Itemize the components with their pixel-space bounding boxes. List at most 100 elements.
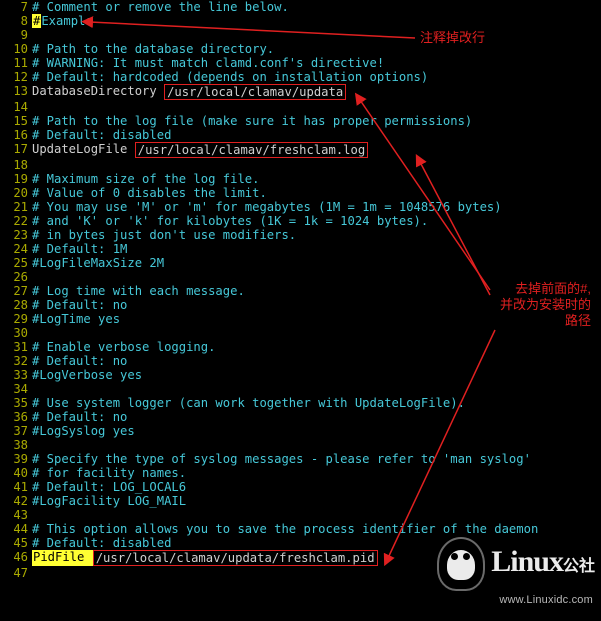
code-text: # Comment or remove the line below. (32, 0, 289, 14)
code-line[interactable]: 15# Path to the log file (make sure it h… (0, 114, 601, 128)
code-line[interactable]: 34 (0, 382, 601, 396)
code-line[interactable]: 45# Default: disabled (0, 536, 601, 550)
code-line[interactable]: 31# Enable verbose logging. (0, 340, 601, 354)
line-number: 32 (0, 354, 32, 368)
code-line[interactable]: 25#LogFileMaxSize 2M (0, 256, 601, 270)
code-text: # for facility names. (32, 466, 186, 480)
code-line[interactable]: 17UpdateLogFile /usr/local/clamav/freshc… (0, 142, 601, 158)
code-text: # Value of 0 disables the limit. (32, 186, 267, 200)
code-line[interactable]: 14 (0, 100, 601, 114)
line-number: 42 (0, 494, 32, 508)
code-text: # Default: no (32, 410, 127, 424)
code-text: # Maximum size of the log file. (32, 172, 259, 186)
code-line[interactable]: 43 (0, 508, 601, 522)
search-highlight: PidFile (32, 550, 93, 566)
code-text: # Default: no (32, 298, 127, 312)
code-text: # This option allows you to save the pro… (32, 522, 538, 536)
annotation-right-3: 路径 (565, 313, 591, 329)
code-line[interactable]: 33#LogVerbose yes (0, 368, 601, 382)
code-line[interactable]: 44# This option allows you to save the p… (0, 522, 601, 536)
code-line[interactable]: 37#LogSyslog yes (0, 424, 601, 438)
code-text: # and 'K' or 'k' for kilobytes (1K = 1k … (32, 214, 428, 228)
code-text: #LogVerbose yes (32, 368, 142, 382)
code-text: # Default: no (32, 354, 127, 368)
code-line[interactable]: 39# Specify the type of syslog messages … (0, 452, 601, 466)
line-number: 47 (0, 566, 32, 580)
code-line[interactable]: 47 (0, 566, 601, 580)
line-number: 44 (0, 522, 32, 536)
line-number: 45 (0, 536, 32, 550)
line-number: 14 (0, 100, 32, 114)
code-line[interactable]: 36# Default: no (0, 410, 601, 424)
code-line[interactable]: 19# Maximum size of the log file. (0, 172, 601, 186)
code-line[interactable]: 38 (0, 438, 601, 452)
code-line[interactable]: 26 (0, 270, 601, 284)
code-line[interactable]: 20# Value of 0 disables the limit. (0, 186, 601, 200)
code-line[interactable]: 30 (0, 326, 601, 340)
line-number: 10 (0, 42, 32, 56)
code-line[interactable]: 11# WARNING: It must match clamd.conf's … (0, 56, 601, 70)
code-line[interactable]: 12# Default: hardcoded (depends on insta… (0, 70, 601, 84)
line-number: 15 (0, 114, 32, 128)
search-highlight: # (32, 14, 41, 28)
code-text: # Use system logger (can work together w… (32, 396, 465, 410)
code-text: #LogSyslog yes (32, 424, 135, 438)
code-line[interactable]: 23# in bytes just don't use modifiers. (0, 228, 601, 242)
code-line[interactable]: 13DatabaseDirectory /usr/local/clamav/up… (0, 84, 601, 100)
line-number: 8 (0, 14, 32, 28)
highlighted-path: /usr/local/clamav/freshclam.log (135, 142, 368, 158)
annotation-right-1: 去掉前面的#, (515, 281, 591, 297)
code-text: # Path to the database directory. (32, 42, 274, 56)
line-number: 34 (0, 382, 32, 396)
line-number: 22 (0, 214, 32, 228)
line-number: 35 (0, 396, 32, 410)
highlighted-path: /usr/local/clamav/updata (164, 84, 346, 100)
code-text: #LogFacility LOG_MAIL (32, 494, 186, 508)
code-line[interactable]: 18 (0, 158, 601, 172)
code-line[interactable]: 40# for facility names. (0, 466, 601, 480)
code-text: DatabaseDirectory (32, 84, 164, 100)
code-line[interactable]: 22# and 'K' or 'k' for kilobytes (1K = 1… (0, 214, 601, 228)
line-number: 28 (0, 298, 32, 312)
line-number: 43 (0, 508, 32, 522)
line-number: 13 (0, 84, 32, 100)
code-text: # Path to the log file (make sure it has… (32, 114, 472, 128)
line-number: 18 (0, 158, 32, 172)
watermark-url: www.Linuxidc.com (499, 593, 593, 607)
line-number: 36 (0, 410, 32, 424)
code-line[interactable]: 46PidFile /usr/local/clamav/updata/fresh… (0, 550, 601, 566)
code-editor-viewport[interactable]: 7# Comment or remove the line below.8#Ex… (0, 0, 601, 621)
code-line[interactable]: 8#Example (0, 14, 601, 28)
line-number: 39 (0, 452, 32, 466)
code-line[interactable]: 10# Path to the database directory. (0, 42, 601, 56)
line-number: 41 (0, 480, 32, 494)
code-line[interactable]: 16# Default: disabled (0, 128, 601, 142)
code-line[interactable]: 7# Comment or remove the line below. (0, 0, 601, 14)
code-text: # in bytes just don't use modifiers. (32, 228, 296, 242)
code-text: # Default: disabled (32, 128, 171, 142)
highlighted-path: /usr/local/clamav/updata/freshclam.pid (93, 550, 378, 566)
code-text: UpdateLogFile (32, 142, 135, 158)
line-number: 46 (0, 550, 32, 566)
code-text: #LogFileMaxSize 2M (32, 256, 164, 270)
code-line[interactable]: 41# Default: LOG_LOCAL6 (0, 480, 601, 494)
code-text: Example (41, 14, 92, 28)
code-line[interactable]: 29#LogTime yes (0, 312, 601, 326)
line-number: 7 (0, 0, 32, 14)
code-line[interactable]: 24# Default: 1M (0, 242, 601, 256)
line-number: 17 (0, 142, 32, 158)
line-number: 30 (0, 326, 32, 340)
annotation-right-2: 并改为安装时的 (500, 297, 591, 313)
line-number: 21 (0, 200, 32, 214)
code-text: # Specify the type of syslog messages - … (32, 452, 531, 466)
code-line[interactable]: 35# Use system logger (can work together… (0, 396, 601, 410)
code-line[interactable]: 21# You may use 'M' or 'm' for megabytes… (0, 200, 601, 214)
code-line[interactable]: 9 (0, 28, 601, 42)
code-line[interactable]: 27# Log time with each message. (0, 284, 601, 298)
line-number: 11 (0, 56, 32, 70)
annotation-top: 注释掉改行 (420, 30, 485, 46)
line-number: 31 (0, 340, 32, 354)
code-line[interactable]: 42#LogFacility LOG_MAIL (0, 494, 601, 508)
code-area[interactable]: 7# Comment or remove the line below.8#Ex… (0, 0, 601, 580)
code-line[interactable]: 32# Default: no (0, 354, 601, 368)
